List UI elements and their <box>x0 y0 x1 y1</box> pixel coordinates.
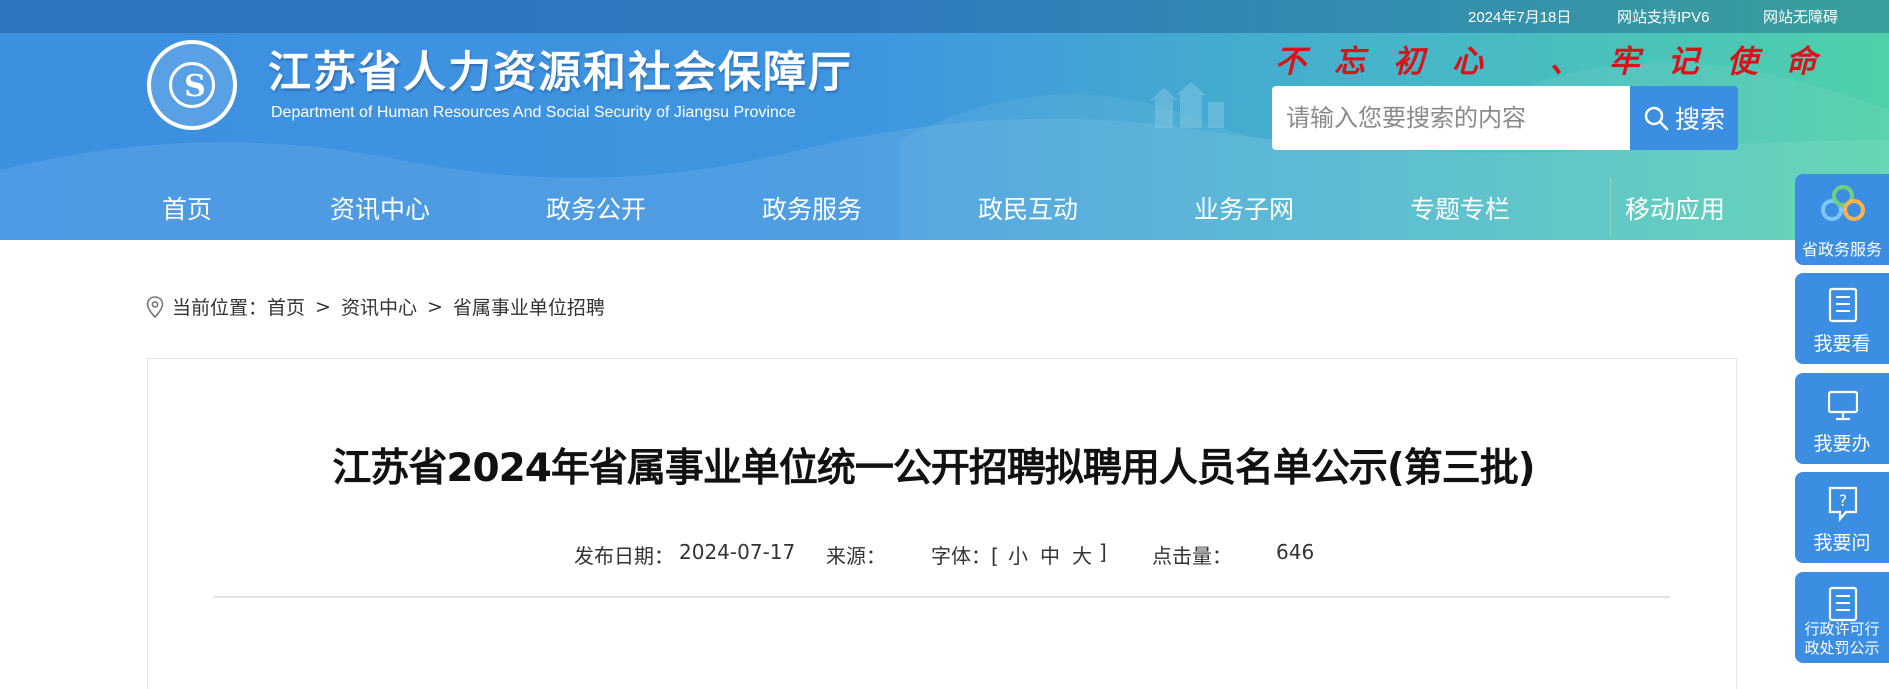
font-size-bracket: ] <box>1099 540 1107 564</box>
sidebar-ask[interactable]: ? 我要问 <box>1795 472 1889 563</box>
views-label: 点击量： <box>1152 544 1232 568</box>
search-icon <box>1644 106 1669 131</box>
page: 2024年7月18日 网站支持IPV6 网站无障碍 S 江苏省人力资源和社会保障… <box>0 0 1889 689</box>
sidebar-browse-label: 我要看 <box>1813 333 1871 355</box>
sidebar-permits-label: 行政许可行政处罚公示 <box>1804 620 1880 657</box>
publish-date-label: 发布日期： <box>574 544 674 568</box>
sidebar-handle[interactable]: 我要办 <box>1795 373 1889 464</box>
search-button-label: 搜索 <box>1674 105 1725 134</box>
slogan: 不忘初心 、牢记使命 <box>1275 44 1845 80</box>
monitor-icon <box>1828 390 1858 421</box>
logo-emblem-icon: S <box>169 62 215 108</box>
publish-date-value: 2024-07-17 <box>679 540 796 564</box>
article-title: 江苏省2024年省属事业单位统一公开招聘拟聘用人员名单公示(第三批) <box>332 446 1535 491</box>
sidebar-gov-service-label: 省政务服务 <box>1801 240 1882 259</box>
main-nav <box>0 178 1889 236</box>
source-label: 来源： <box>826 544 886 568</box>
breadcrumb: 当前位置： 首页 > 资讯中心 > 省属事业单位招聘 <box>146 293 605 320</box>
current-date: 2024年7月18日 <box>1468 9 1572 26</box>
article-card <box>147 358 1737 689</box>
nav-item-news[interactable]: 资讯中心 <box>330 190 430 226</box>
font-large-button[interactable]: 大 <box>1072 540 1092 569</box>
nav-item-gov-services[interactable]: 政务服务 <box>762 190 862 226</box>
question-bubble-icon: ? <box>1828 486 1858 522</box>
breadcrumb-news[interactable]: 资讯中心 <box>341 293 417 320</box>
svg-text:?: ? <box>1839 491 1848 510</box>
nav-item-mobile[interactable]: 移动应用 <box>1625 190 1725 226</box>
accessibility-link[interactable]: 网站无障碍 <box>1763 6 1838 27</box>
sidebar-browse[interactable]: 我要看 <box>1795 273 1889 364</box>
breadcrumb-home[interactable]: 首页 <box>267 293 305 320</box>
list-document-icon <box>1828 586 1858 622</box>
sidebar-ask-label: 我要问 <box>1813 532 1871 554</box>
font-small-button[interactable]: 小 <box>1008 540 1028 569</box>
meta-divider <box>213 596 1670 598</box>
search-input[interactable] <box>1272 86 1630 150</box>
site-subtitle: Department of Human Resources And Social… <box>271 104 796 121</box>
ipv6-link[interactable]: 网站支持IPV6 <box>1617 6 1710 27</box>
font-size-label: 字体：[ <box>931 544 999 568</box>
location-pin-icon <box>146 295 164 318</box>
views-count: 646 <box>1276 540 1315 564</box>
sidebar-handle-label: 我要办 <box>1813 433 1871 455</box>
breadcrumb-prefix: 当前位置： <box>172 297 268 319</box>
site-header: 2024年7月18日 网站支持IPV6 网站无障碍 S 江苏省人力资源和社会保障… <box>0 0 1889 240</box>
nav-item-gov-affairs[interactable]: 政务公开 <box>546 190 646 226</box>
nav-item-interaction[interactable]: 政民互动 <box>978 190 1078 226</box>
breadcrumb-separator: > <box>315 295 331 318</box>
breadcrumb-separator: > <box>426 295 443 318</box>
gov-service-logo-icon <box>1821 185 1865 221</box>
site-title[interactable]: 江苏省人力资源和社会保障厅 <box>268 38 853 100</box>
sidebar-gov-service[interactable]: 省政务服务 <box>1795 174 1889 265</box>
search-button[interactable]: 搜索 <box>1630 86 1738 150</box>
sidebar-permits[interactable]: 行政许可行政处罚公示 <box>1795 572 1889 663</box>
nav-item-topics[interactable]: 专题专栏 <box>1410 190 1510 226</box>
top-utility-bar: 2024年7月18日 网站支持IPV6 网站无障碍 <box>0 0 1889 33</box>
search-box <box>1272 86 1630 150</box>
breadcrumb-recruitment[interactable]: 省属事业单位招聘 <box>453 293 605 320</box>
nav-item-home[interactable]: 首页 <box>162 190 212 226</box>
font-medium-button[interactable]: 中 <box>1040 540 1060 569</box>
nav-divider <box>1610 178 1611 236</box>
site-logo[interactable]: S <box>147 40 237 130</box>
book-icon <box>1828 287 1858 323</box>
nav-item-subsites[interactable]: 业务子网 <box>1194 190 1294 226</box>
